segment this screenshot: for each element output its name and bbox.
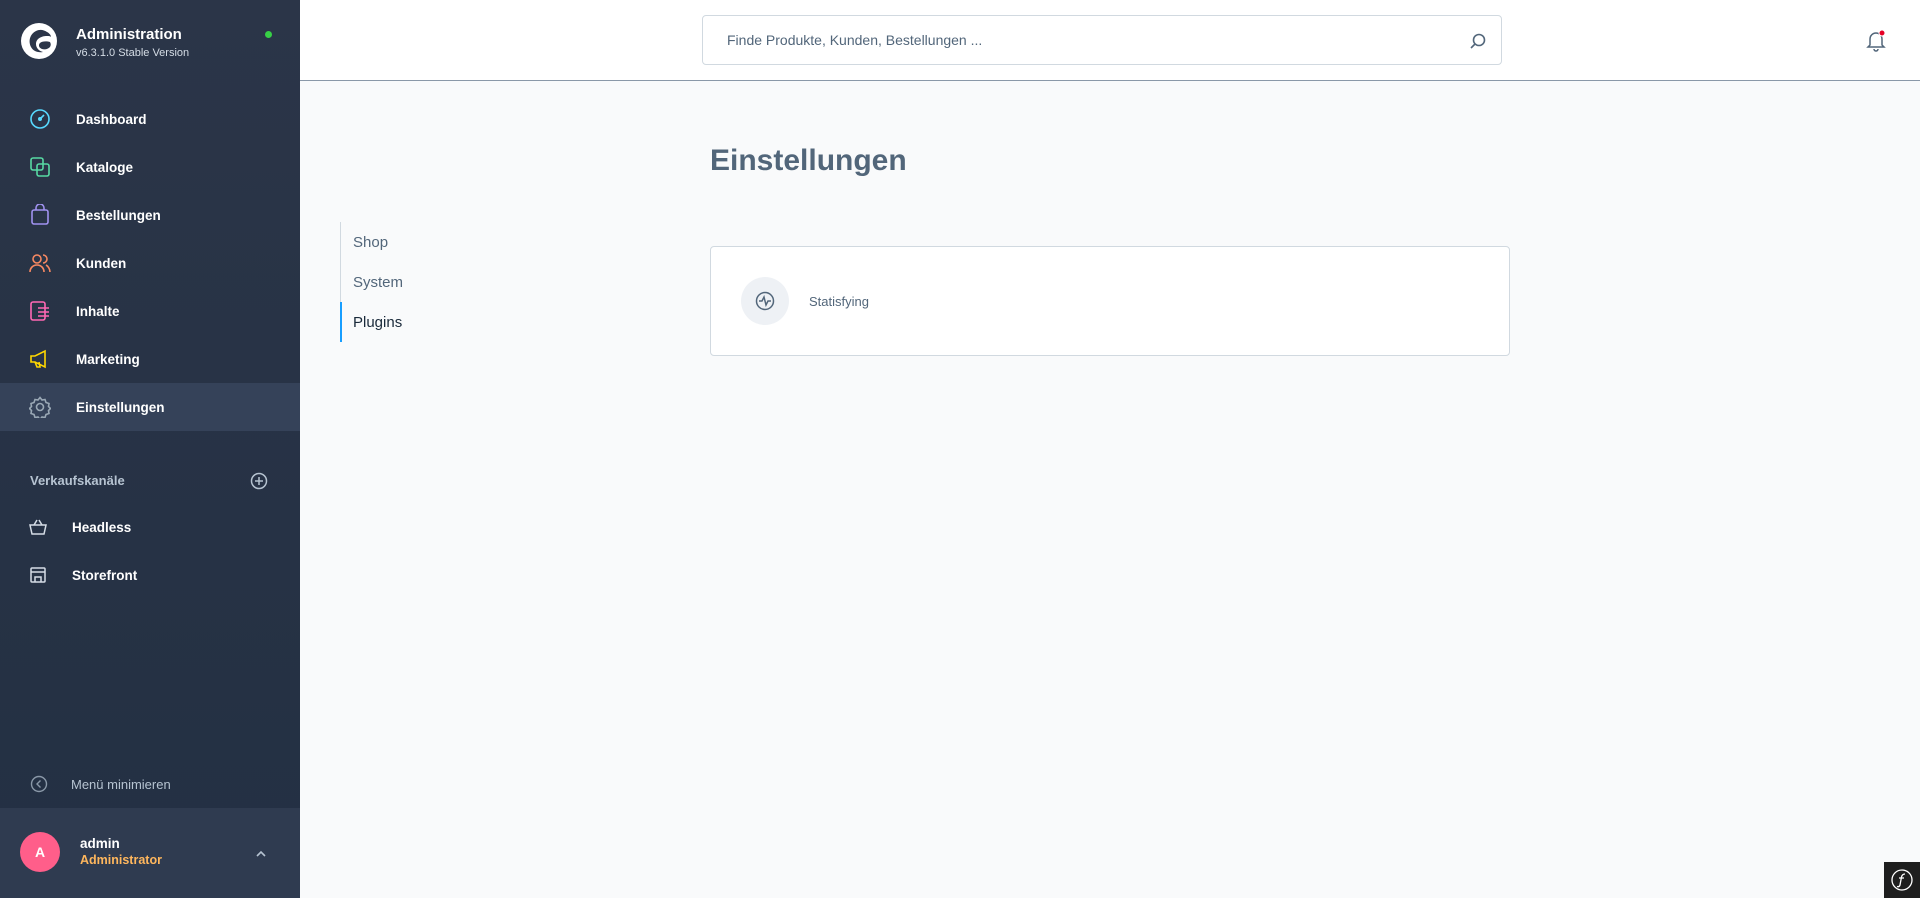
marketing-icon (28, 347, 52, 371)
nav-item-kataloge[interactable]: Kataloge (0, 143, 300, 191)
page-title: Einstellungen (710, 144, 907, 177)
nav-label: Kataloge (76, 159, 134, 175)
top-header (300, 0, 1920, 81)
plugins-card: Statisfying (710, 246, 1510, 356)
tab-shop[interactable]: Shop (340, 222, 500, 262)
avatar[interactable]: A (20, 832, 60, 872)
user-name: admin (80, 836, 120, 851)
brand-title: Administration (76, 26, 182, 43)
add-sales-channel-icon[interactable] (250, 472, 268, 490)
sales-channel-storefront[interactable]: Storefront (0, 551, 300, 599)
nav-item-inhalte[interactable]: Inhalte (0, 287, 300, 335)
customers-icon (28, 251, 52, 275)
sidebar: Administration v6.3.1.0 Stable Version D… (0, 0, 300, 898)
catalog-icon (28, 155, 52, 179)
sales-channel-label: Headless (72, 519, 132, 535)
chevron-up-icon[interactable] (253, 846, 269, 862)
search-input[interactable] (727, 16, 1427, 64)
user-menu[interactable]: A admin Administrator (0, 808, 300, 898)
nav-item-dashboard[interactable]: Dashboard (0, 95, 300, 143)
settings-icon (28, 395, 52, 419)
nav-label: Marketing (76, 351, 140, 367)
sales-channels-heading: Verkaufskanäle (30, 473, 125, 488)
nav-label: Dashboard (76, 111, 147, 127)
orders-icon (28, 203, 52, 227)
brand-version: v6.3.1.0 Stable Version (76, 47, 190, 59)
tab-system[interactable]: System (340, 262, 500, 302)
nav-item-marketing[interactable]: Marketing (0, 335, 300, 383)
nav-item-bestellungen[interactable]: Bestellungen (0, 191, 300, 239)
symfony-toolbar-icon[interactable] (1884, 862, 1920, 898)
content-icon (28, 299, 52, 323)
shopware-logo-icon[interactable] (20, 22, 58, 60)
online-status-indicator (265, 31, 272, 38)
nav-label: Inhalte (76, 303, 120, 319)
user-role: Administrator (80, 853, 162, 867)
settings-tabs: Shop System Plugins (340, 222, 500, 342)
sales-channel-label: Storefront (72, 567, 138, 583)
brand: Administration v6.3.1.0 Stable Version (0, 0, 300, 88)
sales-channel-headless[interactable]: Headless (0, 503, 300, 551)
nav-item-einstellungen[interactable]: Einstellungen (0, 383, 300, 431)
activity-icon (741, 277, 789, 325)
tab-plugins[interactable]: Plugins (340, 302, 500, 342)
plugin-label: Statisfying (809, 293, 869, 309)
minimize-menu-button[interactable]: Menü minimieren (0, 768, 300, 800)
plugin-item-statisfying[interactable]: Statisfying (741, 277, 869, 325)
search-icon[interactable] (1469, 32, 1487, 50)
nav-label: Kunden (76, 255, 127, 271)
nav-item-kunden[interactable]: Kunden (0, 239, 300, 287)
basket-icon (28, 517, 48, 537)
global-search[interactable] (702, 15, 1502, 65)
minimize-menu-label: Menü minimieren (71, 776, 171, 792)
dashboard-icon (28, 107, 52, 131)
storefront-icon (28, 565, 48, 585)
nav-label: Einstellungen (76, 399, 165, 415)
chevron-left-circle-icon (30, 775, 48, 793)
nav-label: Bestellungen (76, 207, 161, 223)
notifications-bell-icon[interactable] (1864, 28, 1888, 52)
